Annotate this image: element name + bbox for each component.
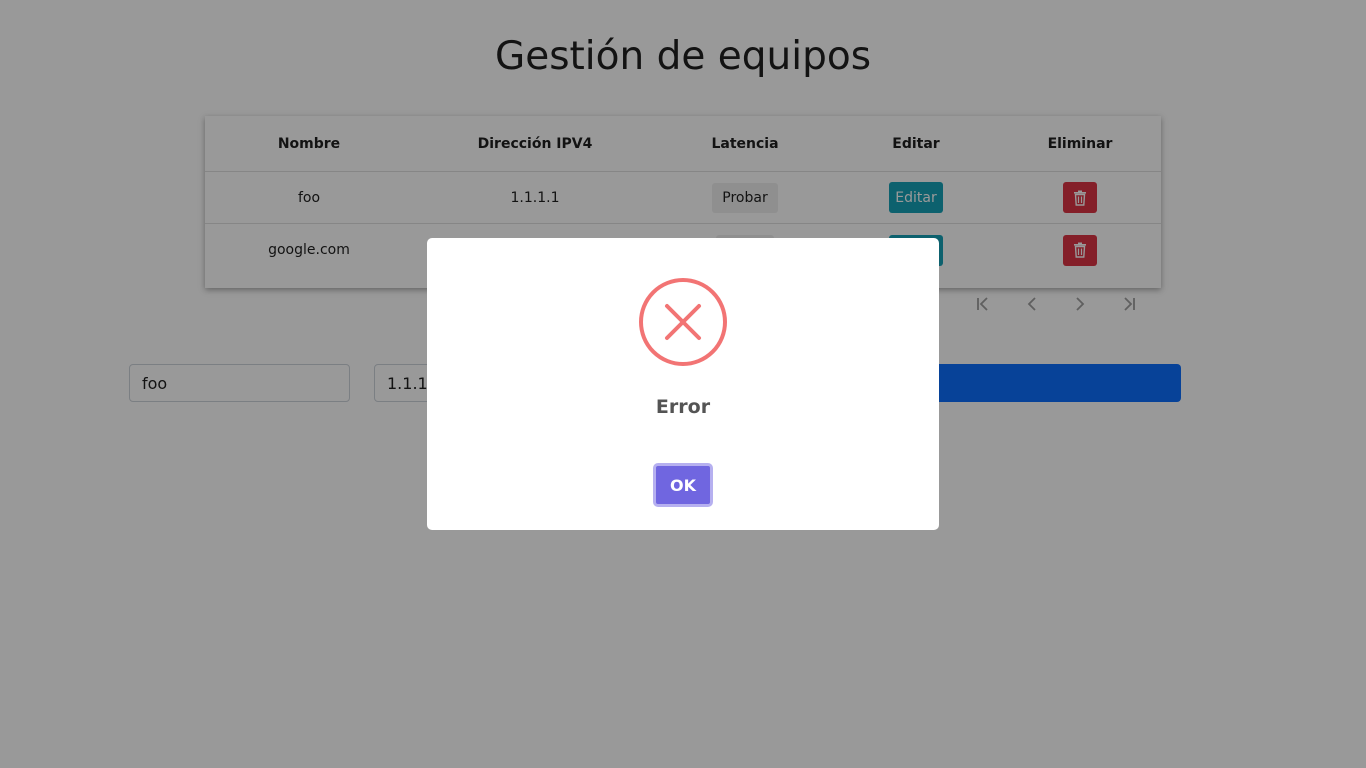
error-dialog: Error OK [427, 238, 939, 530]
dialog-title: Error [655, 396, 711, 418]
ok-button[interactable]: OK [653, 463, 713, 507]
page: Gestión de equipos Nombre Dirección IPV4… [0, 0, 1366, 768]
error-x-icon [639, 278, 727, 366]
